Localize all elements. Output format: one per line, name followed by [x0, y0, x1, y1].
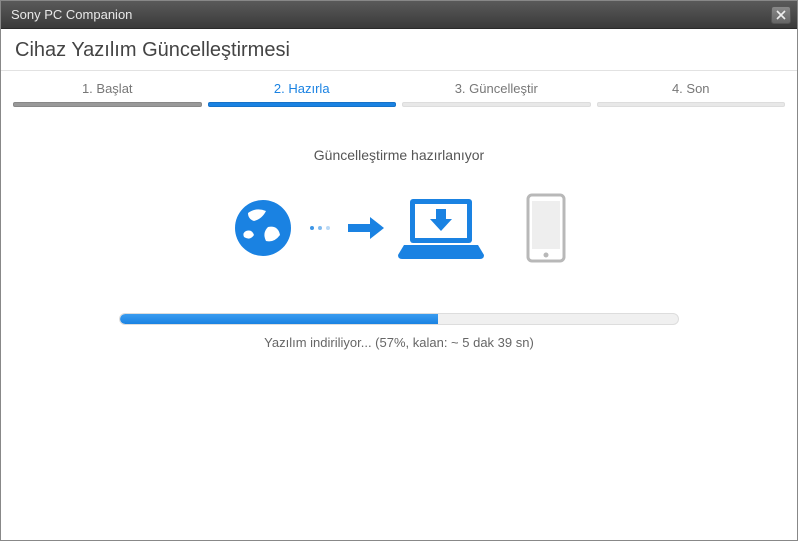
content-area: Güncelleştirme hazırlanıyor [1, 107, 797, 540]
globe-icon [232, 197, 294, 259]
step-label: 1. Başlat [13, 81, 202, 102]
step-update: 3. Güncelleştir [402, 81, 591, 107]
step-label: 2. Hazırla [208, 81, 397, 102]
step-label: 4. Son [597, 81, 786, 102]
download-progress-text: Yazılım indiriliyor... (57%, kalan: ~ 5 … [264, 335, 534, 350]
app-title: Sony PC Companion [11, 7, 771, 22]
status-heading: Güncelleştirme hazırlanıyor [314, 147, 484, 163]
phone-icon [526, 193, 566, 263]
download-graphic [232, 193, 566, 263]
close-icon [776, 10, 786, 20]
titlebar: Sony PC Companion [1, 1, 797, 29]
close-button[interactable] [771, 6, 791, 24]
step-prepare: 2. Hazırla [208, 81, 397, 107]
download-progress-bar [119, 313, 679, 325]
page-title: Cihaz Yazılım Güncelleştirmesi [15, 39, 783, 62]
transfer-dots-icon [310, 226, 330, 230]
download-progress-fill [120, 314, 438, 324]
step-start: 1. Başlat [13, 81, 202, 107]
page-header: Cihaz Yazılım Güncelleştirmesi [1, 29, 797, 71]
app-window: Sony PC Companion Cihaz Yazılım Güncelle… [0, 0, 798, 541]
wizard-steps: 1. Başlat 2. Hazırla 3. Güncelleştir 4. … [1, 71, 797, 107]
arrow-right-icon [346, 214, 386, 242]
step-finish: 4. Son [597, 81, 786, 107]
laptop-download-icon [398, 195, 484, 261]
step-label: 3. Güncelleştir [402, 81, 591, 102]
